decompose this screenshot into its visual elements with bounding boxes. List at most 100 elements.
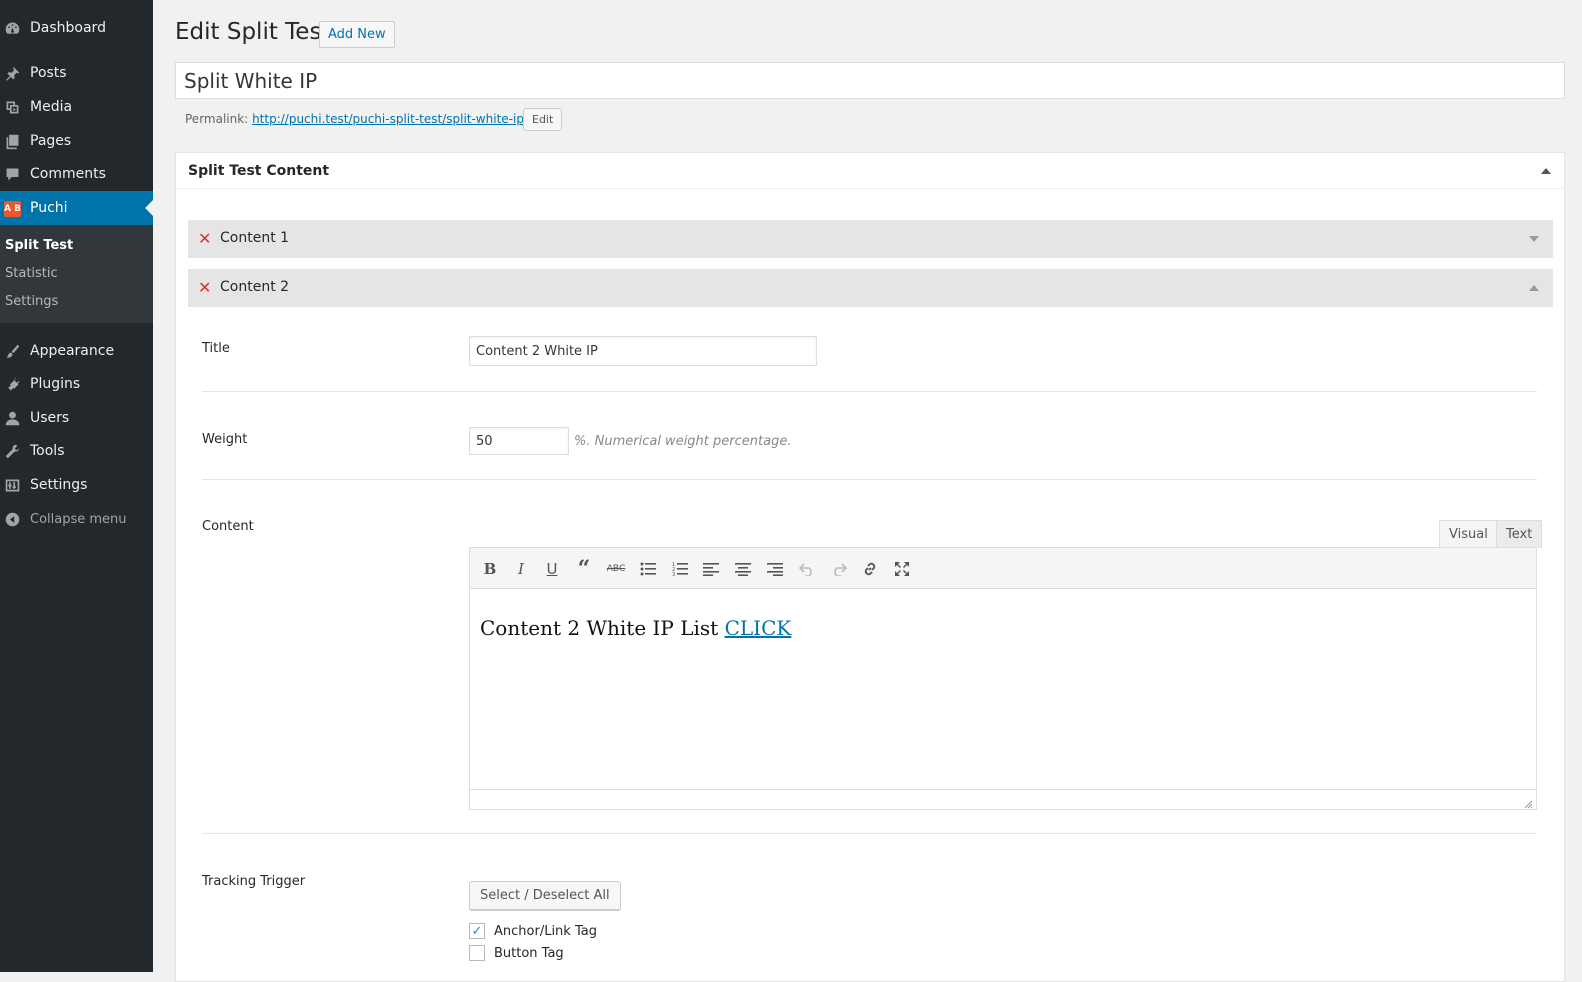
submenu-settings[interactable]: Settings (5, 294, 58, 309)
menu-dashboard-label: Dashboard (30, 20, 106, 36)
pages-icon (4, 133, 21, 150)
align-center-icon[interactable] (731, 557, 755, 581)
content-2-header[interactable]: ✕ Content 2 (188, 269, 1553, 307)
redo-icon[interactable] (827, 557, 851, 581)
editor-text: Content 2 White IP List (480, 616, 725, 640)
checkbox-unchecked[interactable] (469, 945, 485, 961)
select-deselect-all-button[interactable]: Select / Deselect All (469, 881, 621, 910)
plug-icon (4, 376, 21, 393)
italic-icon[interactable]: I (509, 557, 533, 581)
permalink-label: Permalink: (185, 112, 249, 126)
tracking-trigger-label: Tracking Trigger (202, 874, 306, 889)
fullscreen-icon[interactable] (890, 557, 914, 581)
metabox-header[interactable]: Split Test Content (176, 153, 1564, 189)
weight-description: %. Numerical weight percentage. (574, 434, 792, 449)
tab-visual[interactable]: Visual (1439, 520, 1498, 548)
delete-x-icon[interactable]: ✕ (198, 229, 211, 248)
paintbrush-icon (4, 343, 21, 360)
pushpin-icon (4, 65, 21, 82)
weight-field-label: Weight (202, 432, 248, 447)
collapse-arrow-up-icon[interactable] (1541, 168, 1551, 174)
undo-icon[interactable] (795, 557, 819, 581)
submenu-statistic[interactable]: Statistic (5, 266, 58, 281)
content-2-label: Content 2 (220, 279, 290, 295)
menu-tools-label: Tools (30, 443, 65, 459)
tab-text[interactable]: Text (1496, 520, 1543, 548)
submenu-split-test[interactable]: Split Test (5, 238, 73, 253)
menu-plugins-label: Plugins (30, 376, 81, 392)
comment-bubble-icon (4, 166, 21, 183)
menu-posts[interactable]: Posts (0, 56, 153, 90)
permalink-row: Permalink: http://puchi.test/puchi-split… (185, 112, 528, 126)
menu-appearance-label: Appearance (30, 343, 115, 359)
bold-icon[interactable]: B (478, 557, 502, 581)
insert-link-icon[interactable] (858, 557, 882, 581)
menu-appearance[interactable]: Appearance (0, 334, 153, 368)
ab-test-icon: A B (4, 200, 21, 217)
settings-sliders-icon (4, 477, 21, 494)
menu-comments-label: Comments (30, 166, 106, 182)
collapse-menu-button[interactable]: Collapse menu (0, 502, 153, 536)
editor-statusbar (470, 789, 1536, 809)
menu-puchi-label: Puchi (30, 200, 68, 216)
menu-media-label: Media (30, 99, 73, 115)
wrench-icon (4, 443, 21, 460)
post-title-input[interactable]: Split White IP (175, 62, 1565, 99)
resize-handle-icon[interactable] (1524, 798, 1533, 809)
menu-dashboard[interactable]: Dashboard (0, 11, 153, 45)
field-separator (202, 391, 1537, 392)
align-right-icon[interactable] (763, 557, 787, 581)
content-1-header[interactable]: ✕ Content 1 (188, 220, 1553, 258)
title-field-label: Title (202, 341, 230, 356)
trigger-button-tag[interactable]: Button Tag (469, 945, 564, 961)
menu-comments[interactable]: Comments (0, 157, 153, 191)
weight-input[interactable]: 50 (469, 427, 569, 455)
content-field-label: Content (202, 519, 254, 534)
admin-sidebar: Dashboard Posts Media Pages Comments A B… (0, 0, 153, 972)
content-1-label: Content 1 (220, 230, 290, 246)
editor-click-link[interactable]: CLICK (725, 616, 792, 640)
metabox-title: Split Test Content (188, 163, 330, 179)
align-left-icon[interactable] (699, 557, 723, 581)
menu-media[interactable]: Media (0, 90, 153, 124)
trigger-anchor-link[interactable]: ✓ Anchor/Link Tag (469, 923, 597, 939)
menu-users-label: Users (30, 410, 70, 426)
ab-badge-text: A B (4, 200, 21, 217)
field-separator (202, 833, 1537, 834)
svg-text:3: 3 (672, 572, 675, 576)
menu-pages-label: Pages (30, 133, 72, 149)
numbered-list-icon[interactable]: 123 (668, 557, 692, 581)
media-icon (4, 99, 21, 116)
menu-pages[interactable]: Pages (0, 124, 153, 158)
menu-settings-label: Settings (30, 477, 88, 493)
bulleted-list-icon[interactable] (636, 557, 660, 581)
menu-settings[interactable]: Settings (0, 468, 153, 502)
expand-arrow-down-icon[interactable] (1529, 236, 1539, 242)
blockquote-icon[interactable]: “ (572, 556, 596, 582)
user-icon (4, 410, 21, 427)
collapse-circle-icon (4, 511, 21, 528)
collapse-arrow-up-icon[interactable] (1529, 285, 1539, 291)
puchi-submenu: Split Test Statistic Settings (0, 225, 153, 323)
underline-icon[interactable]: U (540, 557, 564, 581)
content-editor: B I U “ ABC 123 Content 2 White IP List … (469, 547, 1537, 810)
content-title-input[interactable]: Content 2 White IP (469, 336, 817, 366)
permalink-link[interactable]: http://puchi.test/puchi-split-test/split… (252, 112, 528, 126)
permalink-edit-button[interactable]: Edit (523, 108, 563, 131)
field-separator (202, 479, 1537, 480)
menu-posts-label: Posts (30, 65, 67, 81)
menu-users[interactable]: Users (0, 401, 153, 435)
menu-puchi[interactable]: A B Puchi (0, 191, 153, 225)
checkbox-checked[interactable]: ✓ (469, 923, 485, 939)
delete-x-icon[interactable]: ✕ (198, 278, 211, 297)
strikethrough-icon[interactable]: ABC (604, 557, 628, 581)
editor-content-area[interactable]: Content 2 White IP List CLICK (480, 616, 791, 640)
editor-toolbar: B I U “ ABC 123 (470, 548, 1536, 589)
collapse-menu-label: Collapse menu (30, 511, 127, 527)
add-new-button[interactable]: Add New (319, 21, 395, 48)
menu-plugins[interactable]: Plugins (0, 367, 153, 401)
trigger-anchor-label: Anchor/Link Tag (494, 923, 597, 939)
dashboard-gauge-icon (4, 20, 21, 37)
menu-tools[interactable]: Tools (0, 434, 153, 468)
trigger-button-label: Button Tag (494, 945, 564, 961)
